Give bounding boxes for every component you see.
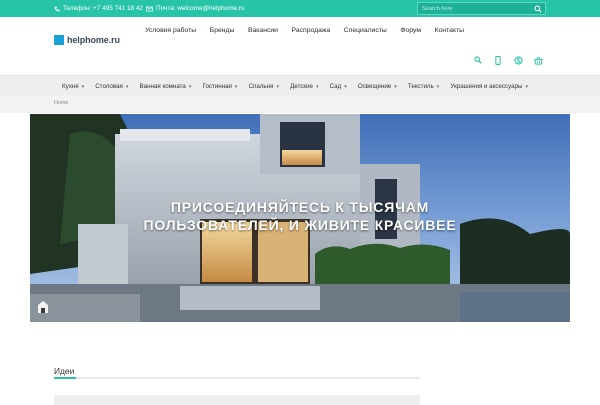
chevron-down-icon: ▼ (524, 83, 529, 89)
top-bar: Телефон: +7 495 741 18 42 Почта: welcome… (0, 0, 600, 17)
envelope-icon (146, 6, 153, 12)
category-nav: Кухня ▼ Столовая ▼ Ванная комната ▼ Гостинн… (0, 75, 600, 96)
chevron-down-icon: ▼ (275, 83, 280, 89)
category-living-room[interactable]: Гостинная ▼ (203, 83, 239, 90)
nav-item-forum[interactable]: Форум (400, 27, 421, 34)
email-text: Почта: welcome@helphome.ru (156, 5, 245, 12)
hero-headline-line1: ПРИСОЕДИНЯЙТЕСЬ К ТЫСЯЧАМ (170, 199, 430, 215)
chevron-down-icon: ▼ (233, 83, 239, 89)
hero-banner: ПРИСОЕДИНЯЙТЕСЬ К ТЫСЯЧАМ ПОЛЬЗОВАТЕЛЕЙ,… (30, 114, 570, 322)
category-bathroom[interactable]: Ванная комната ▼ (140, 83, 193, 90)
main-nav: Условия работы Бренды Вакансии Распродаж… (145, 27, 478, 34)
logo-text: helphome.ru (67, 34, 120, 45)
basket-icon[interactable] (533, 55, 543, 65)
category-label: Украшения и аксессуары (450, 82, 523, 90)
category-dining[interactable]: Столовая ▼ (95, 83, 129, 90)
category-textile[interactable]: Текстиль ▼ (408, 83, 440, 90)
phone-text: Телефон: +7 495 741 18 42 (63, 5, 143, 12)
ideas-divider-accent (54, 377, 76, 379)
email-contact[interactable]: Почта: welcome@helphome.ru (146, 0, 245, 17)
category-decor[interactable]: Украшения и аксессуары ▼ (450, 83, 529, 90)
category-label: Спальня (248, 82, 274, 90)
category-bedroom[interactable]: Спальня ▼ (249, 83, 280, 90)
category-label: Детские (290, 82, 313, 90)
hero-headline-line2: ПОЛЬЗОВАТЕЛЕЙ, И ЖИВИТЕ КРАСИВЕЕ (143, 217, 457, 233)
breadcrumb-home-link[interactable]: Home (54, 100, 68, 106)
category-label: Освещение (357, 82, 392, 90)
category-lighting[interactable]: Освещение ▼ (358, 83, 398, 90)
logo-square-icon (54, 34, 64, 45)
chevron-down-icon: ▼ (393, 83, 398, 89)
ideas-title: Идеи (54, 366, 75, 376)
phone-icon (54, 6, 60, 12)
breadcrumb-bar: Home (0, 95, 600, 113)
nav-item-terms[interactable]: Условия работы (145, 27, 196, 34)
house-badge-icon (37, 300, 49, 314)
category-kitchen[interactable]: Кухня ▼ (62, 83, 85, 90)
skype-icon[interactable] (513, 55, 523, 65)
chevron-down-icon: ▼ (187, 83, 193, 89)
search-input[interactable] (418, 3, 530, 14)
phone-contact[interactable]: Телефон: +7 495 741 18 42 (54, 0, 143, 17)
ideas-divider (54, 377, 420, 379)
category-label: Текстиль (407, 82, 434, 90)
category-label: Кухня (62, 82, 79, 90)
header-icon-buttons (473, 55, 543, 65)
search-button[interactable] (533, 4, 543, 14)
search-icon (534, 5, 542, 13)
hero-headline: ПРИСОЕДИНЯЙТЕСЬ К ТЫСЯЧАМ ПОЛЬЗОВАТЕЛЕЙ,… (30, 198, 570, 234)
category-label: Гостинная (202, 82, 232, 90)
mobile-icon[interactable] (493, 55, 503, 65)
category-label: Ванная комната (139, 82, 186, 90)
category-label: Столовая (95, 82, 123, 90)
chevron-down-icon: ▼ (124, 83, 130, 89)
category-garden[interactable]: Сад ▼ (330, 83, 348, 90)
nav-item-contacts[interactable]: Контакты (435, 27, 464, 34)
nav-item-specialists[interactable]: Специалисты (344, 27, 387, 34)
site-logo[interactable]: helphome.ru (54, 33, 120, 46)
nav-item-vacancies[interactable]: Вакансии (248, 27, 278, 34)
search-box (417, 2, 546, 15)
chevron-down-icon: ▼ (435, 83, 441, 89)
search-icon[interactable] (473, 55, 483, 65)
chevron-down-icon: ▼ (343, 83, 348, 89)
chevron-down-icon: ▼ (314, 83, 320, 89)
category-label: Сад (329, 82, 342, 90)
nav-item-sale[interactable]: Распродажа (292, 27, 331, 34)
ideas-card (54, 395, 420, 405)
chevron-down-icon: ▼ (80, 83, 86, 89)
nav-item-brands[interactable]: Бренды (210, 27, 235, 34)
site-header: helphome.ru Условия работы Бренды Ваканс… (0, 17, 600, 75)
category-kids[interactable]: Детские ▼ (290, 83, 319, 90)
